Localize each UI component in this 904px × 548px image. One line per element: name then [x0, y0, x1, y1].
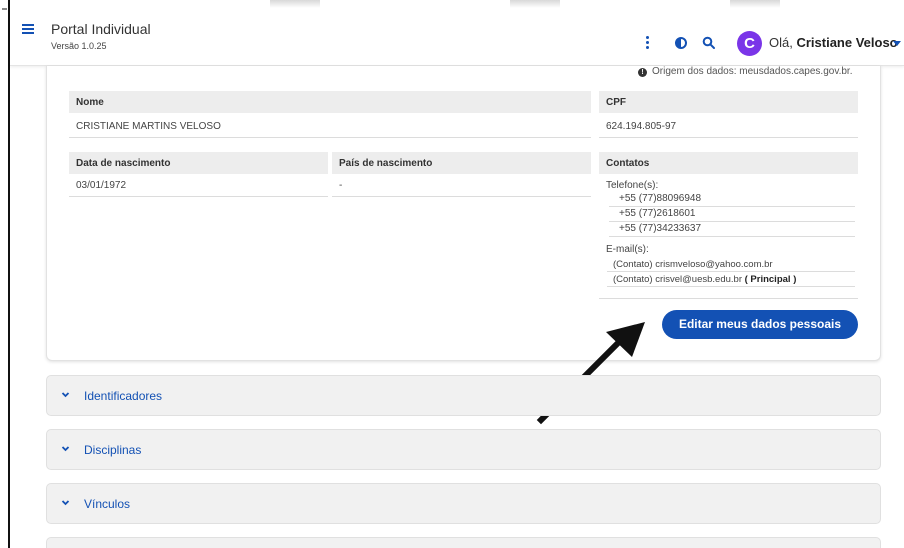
shade [510, 0, 560, 8]
field-label-nome: Nome [69, 91, 591, 113]
shade [270, 0, 320, 8]
email-item: (Contato) crisvel@uesb.edu.br ( Principa… [613, 274, 796, 285]
edit-personal-data-button[interactable]: Editar meus dados pessoais [662, 310, 858, 339]
phone-item: +55 (77)2618601 [619, 208, 696, 219]
field-label-cpf: CPF [599, 91, 858, 113]
divider [609, 221, 855, 222]
email-text: (Contato) crismveloso@yahoo.com.br [613, 259, 773, 270]
window-edge-tick [2, 8, 7, 10]
app-title: Portal Individual [51, 21, 151, 37]
divider [609, 206, 855, 207]
field-value-cpf: 624.194.805-97 [606, 121, 677, 132]
divider [609, 236, 855, 237]
telefones-label: Telefone(s): [606, 180, 659, 191]
accordion-identificadores[interactable]: Identificadores [46, 375, 881, 416]
divider [69, 137, 591, 138]
accordion-label: Disciplinas [84, 443, 142, 457]
app-version: Versão 1.0.25 [51, 41, 107, 51]
more-options-icon[interactable] [646, 36, 650, 50]
data-origin-note: ! Origem dos dados: meusdados.capes.gov.b… [638, 66, 852, 77]
top-header: Portal Individual Versão 1.0.25 C Olá, C… [10, 0, 904, 66]
divider [599, 298, 858, 299]
info-icon: ! [638, 68, 647, 77]
field-label-contatos: Contatos [599, 152, 858, 174]
chevron-down-icon [61, 446, 70, 452]
divider [599, 137, 858, 138]
accordion-label: Identificadores [84, 389, 163, 403]
origin-text: Origem dos dados: meusdados.capes.gov.br… [652, 66, 853, 77]
field-value-pais: - [339, 180, 343, 191]
phone-item: +55 (77)34233637 [619, 223, 702, 234]
caret-down-icon[interactable] [893, 41, 901, 46]
email-item: (Contato) crismveloso@yahoo.com.br [613, 259, 773, 270]
phone-item: +55 (77)88096948 [619, 193, 702, 204]
avatar[interactable]: C [737, 31, 762, 56]
shade [730, 0, 780, 8]
field-value-nascimento: 03/01/1972 [76, 180, 127, 191]
hamburger-menu-icon[interactable] [22, 24, 34, 34]
greeting-prefix: Olá, [769, 35, 797, 50]
accordion-vinculos[interactable]: Vínculos [46, 483, 881, 524]
divider [332, 196, 591, 197]
user-name: Cristiane Veloso [796, 35, 898, 50]
field-label-pais: País de nascimento [332, 152, 591, 174]
accordion-next-partial[interactable] [46, 537, 881, 548]
divider [607, 271, 855, 272]
emails-label: E-mail(s): [606, 244, 649, 255]
chevron-down-icon [61, 392, 70, 398]
accordion-label: Vínculos [84, 497, 131, 511]
divider [607, 286, 855, 287]
field-label-nascimento: Data de nascimento [69, 152, 328, 174]
field-value-nome: CRISTIANE MARTINS VELOSO [76, 121, 221, 132]
divider [69, 196, 328, 197]
accordion-disciplinas[interactable]: Disciplinas [46, 429, 881, 470]
contrast-icon[interactable] [675, 37, 687, 49]
user-greeting[interactable]: Olá, Cristiane Veloso [769, 35, 898, 50]
search-icon[interactable] [702, 36, 716, 50]
window-edge [8, 0, 10, 548]
email-principal-tag: ( Principal ) [744, 274, 797, 285]
email-text: (Contato) crisvel@uesb.edu.br [613, 274, 742, 285]
chevron-down-icon [61, 500, 70, 506]
